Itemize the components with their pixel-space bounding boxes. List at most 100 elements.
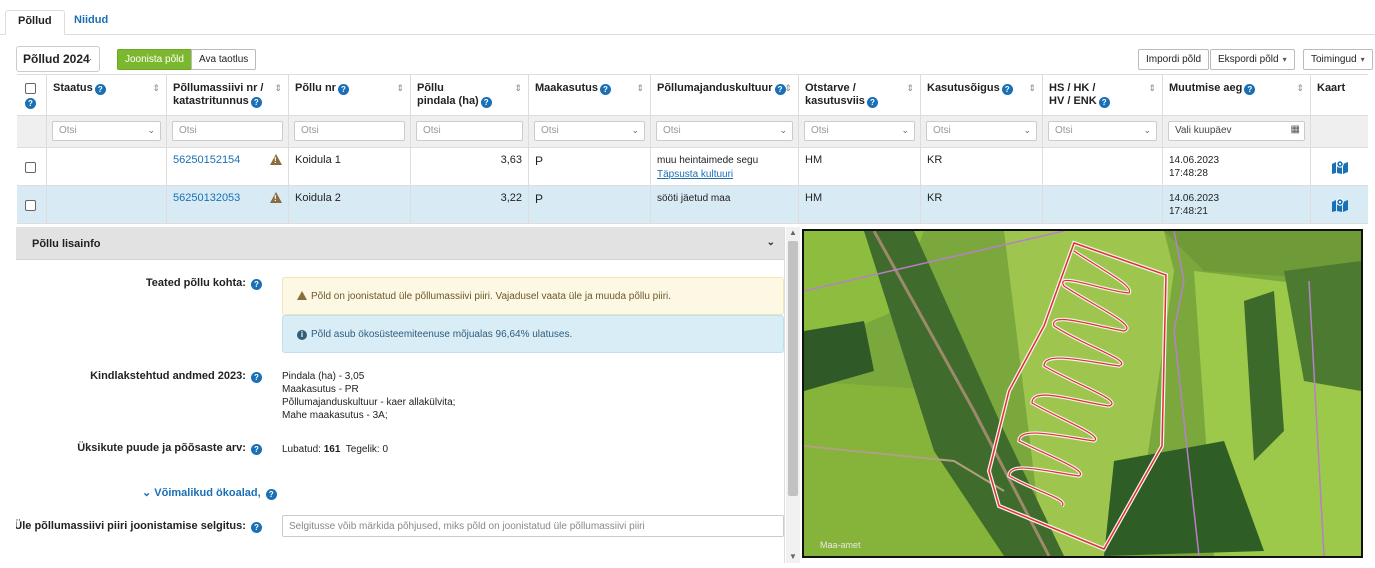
header-land-use-label: Maakasutus [535, 82, 598, 94]
export-field-button[interactable]: Ekspordi põld ▾ [1210, 49, 1295, 70]
crop-cell: sööti jäetud maa [651, 186, 799, 223]
massif-link[interactable]: 56250152154 [173, 154, 240, 166]
tab-pollud[interactable]: Põllud [5, 10, 65, 35]
filter-massif-cell: Otsi [167, 116, 289, 147]
table-row[interactable]: 56250152154 Koidula 1 3,63 P muu heintai… [17, 148, 1368, 186]
help-icon[interactable]: ? [251, 279, 262, 290]
header-status-label: Staatus [53, 82, 93, 94]
help-icon[interactable]: ? [94, 84, 106, 95]
filter-land-use-select[interactable]: Otsi ⌄ [534, 121, 645, 141]
refine-crop-link[interactable]: Täpsusta kultuuri [657, 168, 792, 182]
filter-crop-select[interactable]: Otsi ⌄ [656, 121, 793, 141]
help-icon[interactable]: ? [251, 372, 262, 383]
open-application-button[interactable]: Ava taotlus [191, 49, 257, 70]
actions-button[interactable]: Toimingud ▾ [1303, 49, 1373, 70]
sort-icon[interactable]: ⇕ [396, 82, 404, 95]
filter-empty [17, 116, 47, 147]
help-icon[interactable]: ? [1098, 97, 1110, 108]
filter-date-input[interactable]: Vali kuupäev ▦ [1168, 121, 1305, 141]
sort-icon[interactable]: ⇕ [1148, 82, 1156, 95]
calendar-icon[interactable]: ▦ [1291, 124, 1300, 135]
help-icon[interactable]: ? [251, 522, 262, 533]
sort-icon[interactable]: ⇕ [152, 82, 160, 95]
tab-bar: Põllud Niidud [0, 0, 1375, 35]
filter-status-select[interactable]: Otsi ⌄ [52, 121, 161, 141]
header-purpose-label-2: kasutusviis [805, 95, 865, 107]
filter-hs-select[interactable]: Otsi ⌄ [1048, 121, 1157, 141]
header-massif-label-2: katastritunnus [173, 95, 249, 107]
massif-link[interactable]: 56250132053 [173, 192, 240, 204]
scrollbar-thumb[interactable] [788, 241, 798, 496]
confirmed-crop: Põllumajanduskultuur - kaer allakülvita; [282, 397, 456, 408]
filter-area-input[interactable]: Otsi [416, 121, 523, 141]
header-hs[interactable]: HS / HK / HV / ENK? ⇕ [1043, 75, 1163, 115]
select-all-checkbox[interactable] [25, 83, 36, 94]
year-select[interactable]: Põllud 2024 ⌄ [16, 46, 100, 72]
trees-allowed-label: Lubatud: [282, 444, 321, 455]
row-checkbox[interactable] [25, 162, 36, 173]
sort-icon[interactable]: ⇕ [1296, 82, 1304, 95]
header-massif[interactable]: Põllumassiivi nr / katastritunnus? ⇕ [167, 75, 289, 115]
filter-placeholder: Otsi [301, 125, 319, 136]
modified-time: 17:48:28 [1169, 168, 1208, 179]
filter-crop-cell: Otsi ⌄ [651, 116, 799, 147]
filter-map-cell [1311, 116, 1368, 147]
crop-cell: muu heintaimede segu Täpsusta kultuuri [651, 148, 799, 185]
help-icon[interactable]: ? [866, 97, 878, 108]
filter-purpose-select[interactable]: Otsi ⌄ [804, 121, 915, 141]
chevron-down-icon: ⌄ [901, 125, 909, 135]
header-purpose[interactable]: Otstarve / kasutusviis? ⇕ [799, 75, 921, 115]
help-icon[interactable]: ? [250, 97, 262, 108]
explain-label-text: Üle põllumassiivi piiri joonistamise sel… [16, 520, 246, 532]
row-checkbox[interactable] [25, 200, 36, 211]
header-status[interactable]: Staatus? ⇕ [47, 75, 167, 115]
help-icon[interactable]: ? [1244, 84, 1256, 95]
filter-massif-input[interactable]: Otsi [172, 121, 283, 141]
sort-icon[interactable]: ⇕ [514, 82, 522, 95]
map-cell [1311, 186, 1368, 223]
header-field-nr[interactable]: Põllu nr? ⇕ [289, 75, 411, 115]
sort-icon[interactable]: ⇕ [906, 82, 914, 95]
scroll-up-icon[interactable]: ▲ [789, 228, 797, 237]
scroll-down-icon[interactable]: ▼ [789, 552, 797, 561]
help-icon[interactable]: ? [265, 489, 277, 500]
help-icon[interactable]: ? [480, 97, 492, 108]
field-map[interactable]: Maa-amet [802, 229, 1363, 558]
sort-icon[interactable]: ⇕ [1028, 82, 1036, 95]
header-right[interactable]: Kasutusõigus? ⇕ [921, 75, 1043, 115]
header-map: Kaart [1311, 75, 1368, 115]
eco-areas-label: Võimalikud ökoalad, [154, 487, 261, 499]
sort-icon[interactable]: ⇕ [274, 82, 282, 95]
help-icon[interactable]: ? [1001, 84, 1013, 95]
eco-areas-toggle[interactable]: ⌄ Võimalikud ökoalad, ? [142, 486, 277, 500]
header-land-use[interactable]: Maakasutus? ⇕ [529, 75, 651, 115]
sort-icon[interactable]: ⇕ [636, 82, 644, 95]
help-icon[interactable]: ? [25, 98, 36, 109]
trees-actual-value: 0 [382, 444, 389, 455]
help-icon[interactable]: ? [251, 444, 262, 455]
explain-input[interactable]: Selgitusse võib märkida põhjused, miks p… [282, 515, 784, 537]
table-header: ? Staatus? ⇕ Põllumassiivi nr / katastri… [17, 74, 1368, 116]
sort-icon[interactable]: ⇕ [784, 82, 792, 95]
chevron-down-icon[interactable]: ⌄ [767, 237, 775, 248]
filter-placeholder: Otsi [663, 125, 681, 136]
map-marker-icon[interactable] [1331, 159, 1349, 175]
panel-header[interactable]: Põllu lisainfo ⌄ [16, 227, 784, 260]
modified-time: 17:48:21 [1169, 206, 1208, 217]
filter-field-nr-input[interactable]: Otsi [294, 121, 405, 141]
table-row[interactable]: 56250132053 Koidula 2 3,22 P sööti jäetu… [17, 186, 1368, 224]
explain-label: Üle põllumassiivi piiri joonistamise sel… [16, 520, 262, 533]
help-icon[interactable]: ? [337, 84, 349, 95]
filter-right-select[interactable]: Otsi ⌄ [926, 121, 1037, 141]
import-field-button[interactable]: Impordi põld [1138, 49, 1210, 70]
header-area[interactable]: Põllu pindala (ha)? ⇕ [411, 75, 529, 115]
map-marker-icon[interactable] [1331, 197, 1349, 213]
header-crop[interactable]: Põllumajanduskultuur? ⇕ [651, 75, 799, 115]
confirmed-data-label-text: Kindlakstehtud andmed 2023: [90, 370, 246, 382]
tab-niidud[interactable]: Niidud [62, 10, 120, 35]
help-icon[interactable]: ? [599, 84, 611, 95]
draw-field-button[interactable]: Joonista põld [117, 49, 192, 70]
panel-scrollbar[interactable]: ▲ ▼ [786, 227, 800, 563]
header-modified[interactable]: Muutmise aeg? ⇕ [1163, 75, 1311, 115]
year-select-label: Põllud 2024 [23, 52, 90, 66]
